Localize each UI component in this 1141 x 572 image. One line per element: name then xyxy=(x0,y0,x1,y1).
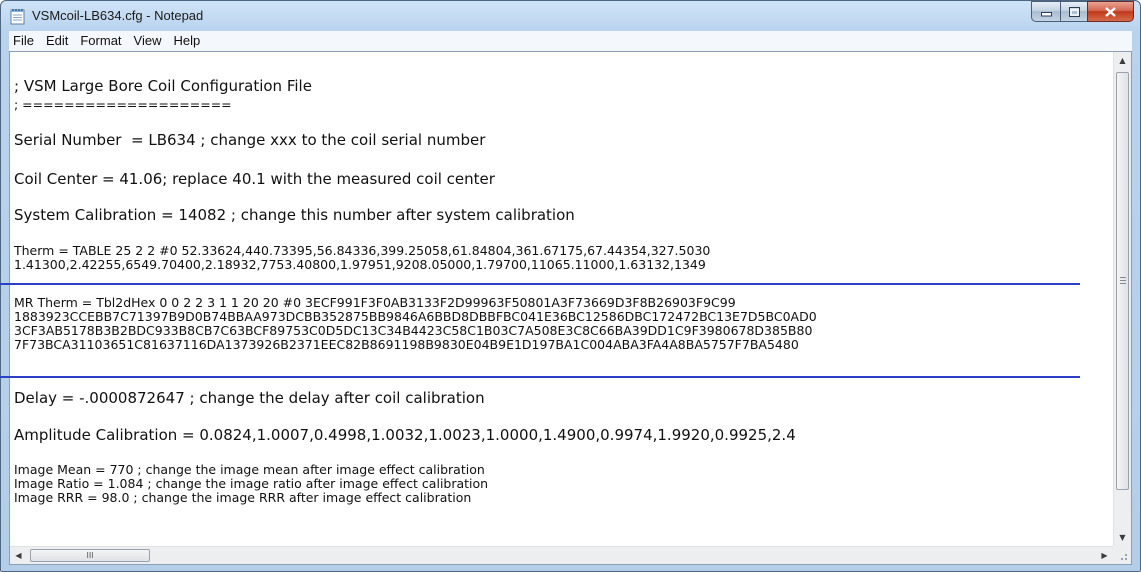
line-coil-center: Coil Center = 41.06; replace 40.1 with t… xyxy=(14,170,495,188)
line-delay: Delay = -.0000872647 ; change the delay … xyxy=(14,389,485,407)
line-therm-2: 1.41300,2.42255,6549.70400,2.18932,7753.… xyxy=(14,257,706,272)
line-image-ratio: Image Ratio = 1.084 ; change the image r… xyxy=(14,476,489,491)
horizontal-scroll-thumb[interactable]: III xyxy=(30,549,150,562)
minimize-button[interactable] xyxy=(1031,1,1060,22)
maximize-button[interactable] xyxy=(1060,1,1087,22)
maximize-icon xyxy=(1068,2,1080,21)
line-image-rrr: Image RRR = 98.0 ; change the image RRR … xyxy=(14,490,472,505)
menu-edit[interactable]: Edit xyxy=(40,31,74,51)
text-editor[interactable]: ; VSM Large Bore Coil Configuration File… xyxy=(10,52,1113,546)
resize-grip-icon[interactable] xyxy=(1113,546,1131,564)
line-image-mean: Image Mean = 770 ; change the image mean… xyxy=(14,462,485,477)
line-system-calibration: System Calibration = 14082 ; change this… xyxy=(14,206,575,224)
scroll-down-arrow-icon[interactable]: ▼ xyxy=(1114,529,1131,546)
scroll-up-arrow-icon[interactable]: ▲ xyxy=(1114,52,1131,69)
horizontal-scrollbar[interactable]: ◀ III ▶ xyxy=(10,546,1113,564)
scroll-right-arrow-icon[interactable]: ▶ xyxy=(1096,547,1113,564)
close-icon xyxy=(1105,2,1116,21)
title-bar[interactable]: VSMcoil-LB634.cfg - Notepad xyxy=(1,1,1140,31)
close-button[interactable] xyxy=(1087,1,1134,22)
notepad-window: VSMcoil-LB634.cfg - Notepad File Edit Fo… xyxy=(0,0,1141,572)
notepad-icon[interactable] xyxy=(10,8,26,25)
vertical-scrollbar[interactable]: ▲ ▼ xyxy=(1113,52,1131,546)
menu-bar: File Edit Format View Help xyxy=(9,31,1132,52)
thumb-grip-line xyxy=(1120,283,1126,284)
editor-frame: ; VSM Large Bore Coil Configuration File… xyxy=(9,51,1132,565)
caption-buttons xyxy=(1031,1,1134,23)
scroll-left-arrow-icon[interactable]: ◀ xyxy=(10,547,27,564)
line-header-rule: ; ==================== xyxy=(14,97,232,112)
vertical-scroll-thumb[interactable] xyxy=(1116,72,1129,490)
line-amplitude-calibration: Amplitude Calibration = 0.0824,1.0007,0.… xyxy=(14,426,796,444)
menu-format[interactable]: Format xyxy=(74,31,127,51)
line-serial-number: Serial Number = LB634 ; change xxx to th… xyxy=(14,131,486,149)
thumb-grip-line xyxy=(1120,277,1126,278)
line-mr-therm-4: 7F73BCA31103651C81637116DA1373926B2371EE… xyxy=(14,337,799,352)
line-header-title: ; VSM Large Bore Coil Configuration File xyxy=(14,77,312,95)
line-mr-therm-3: 3CF3AB5178B3B2BDC933B8CB7C63BCF89753C0D5… xyxy=(14,323,813,338)
menu-help[interactable]: Help xyxy=(167,31,206,51)
menu-file[interactable]: File xyxy=(9,31,40,51)
line-mr-therm-1: MR Therm = Tbl2dHex 0 0 2 2 3 1 1 20 20 … xyxy=(14,295,736,310)
minimize-icon xyxy=(1040,2,1052,21)
menu-view[interactable]: View xyxy=(128,31,168,51)
line-mr-therm-2: 1883923CCEBB7C71397B9D0B74BBAA973DCBB352… xyxy=(14,309,817,324)
thumb-grip-line xyxy=(1120,280,1126,281)
window-title: VSMcoil-LB634.cfg - Notepad xyxy=(32,8,204,23)
line-therm-1: Therm = TABLE 25 2 2 #0 52.33624,440.733… xyxy=(14,243,711,258)
annotation-line-top xyxy=(0,283,1080,285)
annotation-line-bottom xyxy=(0,376,1080,378)
